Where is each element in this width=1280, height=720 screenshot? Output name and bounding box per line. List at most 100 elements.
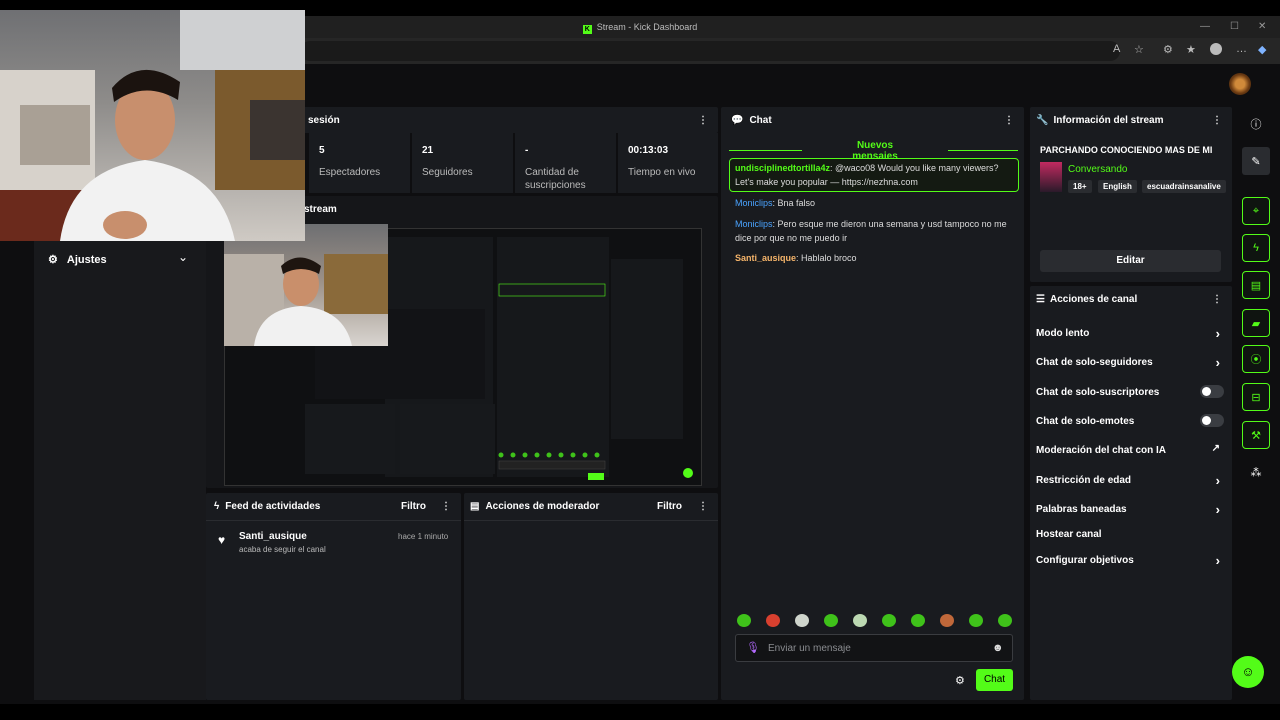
chat-input[interactable]: 🎙 Enviar un mensaje ☻ bbox=[735, 634, 1013, 662]
chat-username[interactable]: Santi_ausique bbox=[735, 253, 796, 263]
stream-category[interactable]: Conversando bbox=[1068, 164, 1127, 175]
stream-info-menu-icon[interactable]: ⋮ bbox=[1212, 115, 1222, 126]
action-age-restriction[interactable]: Restricción de edad › bbox=[1036, 473, 1224, 488]
document-icon: ▤ bbox=[470, 501, 480, 512]
new-messages-line-right bbox=[948, 150, 1018, 151]
stream-title: PARCHANDO CONOCIENDO MAS DE MI bbox=[1040, 145, 1213, 155]
emoji-icon[interactable]: ☻ bbox=[992, 642, 1004, 654]
chevron-right-icon: › bbox=[1215, 553, 1220, 568]
more-icon[interactable]: … bbox=[1236, 43, 1247, 55]
webcam-image bbox=[0, 10, 305, 241]
copilot-icon[interactable]: ◆ bbox=[1258, 43, 1266, 56]
settings-menu[interactable]: ⚙ Ajustes bbox=[48, 253, 107, 266]
read-aloud-icon[interactable]: A bbox=[1113, 43, 1120, 55]
wrench-icon: 🔧 bbox=[1036, 115, 1049, 126]
activity-time: hace 1 minuto bbox=[398, 532, 449, 541]
settings-label: Ajustes bbox=[66, 254, 107, 266]
subscribers-only-toggle[interactable] bbox=[1200, 385, 1224, 398]
mod-menu-icon[interactable]: ⋮ bbox=[698, 501, 708, 512]
maximize-icon[interactable]: ☐ bbox=[1230, 21, 1239, 32]
action-banned-words[interactable]: Palabras baneadas › bbox=[1036, 502, 1224, 517]
divider bbox=[206, 520, 461, 521]
activity-user[interactable]: Santi_ausique bbox=[239, 531, 307, 542]
action-label: Chat de solo-seguidores bbox=[1036, 357, 1153, 368]
chevron-down-icon[interactable]: ⌄ bbox=[178, 250, 188, 264]
emote-icon[interactable] bbox=[824, 614, 838, 627]
chevron-right-icon: › bbox=[1215, 326, 1220, 341]
emote-icon[interactable] bbox=[766, 614, 780, 627]
chat-text: : Hablalo broco bbox=[796, 253, 857, 263]
emote-icon[interactable] bbox=[940, 614, 954, 627]
nested-webcam-image bbox=[224, 254, 388, 346]
stat-value: - bbox=[525, 145, 529, 156]
apps-icon[interactable]: ⁂ bbox=[1242, 458, 1270, 486]
profile-icon[interactable] bbox=[1210, 43, 1222, 55]
action-label: Hostear canal bbox=[1036, 529, 1102, 540]
stat-viewers: 5 Espectadores bbox=[309, 133, 410, 193]
tag-badge: escuadrainsanalive bbox=[1142, 180, 1226, 193]
action-followers-only[interactable]: Chat de solo-seguidores › bbox=[1036, 355, 1224, 370]
support-icon[interactable]: ☺ bbox=[1232, 656, 1264, 688]
chat-settings-gear-icon[interactable]: ⚙ bbox=[955, 674, 965, 687]
chat-text: : Bna falso bbox=[772, 198, 816, 208]
channel-actions-menu-icon[interactable]: ⋮ bbox=[1212, 294, 1222, 305]
chat-input-placeholder: Enviar un mensaje bbox=[768, 643, 851, 654]
action-slow-mode[interactable]: Modo lento › bbox=[1036, 326, 1224, 341]
stream-info-panel: 🔧 Información del stream ⋮ PARCHANDO CONO… bbox=[1030, 107, 1232, 282]
new-messages-line-left bbox=[729, 150, 802, 151]
emote-icon[interactable] bbox=[737, 614, 751, 627]
extensions-icon[interactable]: ⚙ bbox=[1163, 43, 1173, 56]
activity-feed-title: Feed de actividades bbox=[225, 501, 321, 512]
user-avatar[interactable] bbox=[1229, 73, 1251, 95]
action-label: Chat de solo-emotes bbox=[1036, 416, 1135, 427]
emote-icon[interactable] bbox=[998, 614, 1012, 627]
minimize-icon[interactable]: — bbox=[1200, 21, 1210, 32]
close-icon[interactable]: ✕ bbox=[1258, 21, 1266, 32]
action-ai-moderation[interactable]: Moderación del chat con IA ↗ bbox=[1036, 443, 1224, 456]
edit-pencil-icon[interactable]: ✎ bbox=[1242, 147, 1270, 175]
wrench-tool-icon[interactable]: ⚒ bbox=[1242, 421, 1270, 449]
emote-icon[interactable] bbox=[969, 614, 983, 627]
favorite-icon[interactable]: ☆ bbox=[1134, 43, 1144, 56]
lightning-icon[interactable]: ϟ bbox=[1242, 234, 1270, 262]
activity-menu-icon[interactable]: ⋮ bbox=[441, 501, 451, 512]
layout-icon[interactable]: ⊟ bbox=[1242, 383, 1270, 411]
chat-username[interactable]: undisciplinedtortilla4z bbox=[735, 163, 830, 173]
emote-icon[interactable] bbox=[882, 614, 896, 627]
action-host-channel[interactable]: Hostear canal bbox=[1036, 529, 1224, 540]
divider bbox=[464, 520, 718, 521]
action-label: Chat de solo-suscriptores bbox=[1036, 387, 1160, 398]
webcam-overlay bbox=[0, 10, 305, 241]
stream-info-title: Información del stream bbox=[1053, 115, 1164, 126]
chat-send-button[interactable]: Chat bbox=[976, 669, 1013, 691]
notes-icon[interactable]: ▤ bbox=[1242, 271, 1270, 299]
emote-icon[interactable] bbox=[853, 614, 867, 627]
tag-badge: 18+ bbox=[1068, 180, 1092, 193]
action-set-goals[interactable]: Configurar objetivos › bbox=[1036, 553, 1224, 568]
activity-filter-button[interactable]: Filtro bbox=[401, 501, 426, 512]
nested-webcam bbox=[224, 224, 388, 346]
chat-icon[interactable]: ▰ bbox=[1242, 309, 1270, 337]
chat-title: Chat bbox=[749, 115, 772, 126]
chat-username[interactable]: Moniclips bbox=[735, 219, 773, 229]
emotes-only-toggle[interactable] bbox=[1200, 414, 1224, 427]
mod-actions-title: Acciones de moderador bbox=[485, 501, 600, 512]
edit-button[interactable]: Editar bbox=[1040, 250, 1221, 272]
session-menu-icon[interactable]: ⋮ bbox=[698, 115, 708, 126]
mod-filter-button[interactable]: Filtro bbox=[657, 501, 682, 512]
emote-icon[interactable] bbox=[795, 614, 809, 627]
channel-actions-panel: ☰ Acciones de canal ⋮ bbox=[1030, 286, 1232, 700]
chat-menu-icon[interactable]: ⋮ bbox=[1004, 115, 1014, 126]
action-emotes-only: Chat de solo-emotes bbox=[1036, 414, 1224, 427]
address-bar[interactable] bbox=[300, 41, 1120, 61]
category-thumbnail[interactable] bbox=[1040, 162, 1062, 192]
focus-icon[interactable]: ⌖ bbox=[1242, 197, 1270, 225]
microphone-icon[interactable]: 🎙 bbox=[746, 641, 760, 654]
info-icon[interactable]: ⓘ bbox=[1242, 110, 1270, 138]
favorites-icon[interactable]: ★ bbox=[1186, 43, 1196, 56]
chat-username[interactable]: Moniclips bbox=[735, 198, 773, 208]
broadcast-icon[interactable]: ⦿ bbox=[1242, 345, 1270, 373]
stat-label: Espectadores bbox=[319, 167, 381, 178]
activity-feed-panel: ϟ Feed de actividades Filtro ⋮ ♥ Santi_au… bbox=[206, 493, 461, 700]
emote-icon[interactable] bbox=[911, 614, 925, 627]
